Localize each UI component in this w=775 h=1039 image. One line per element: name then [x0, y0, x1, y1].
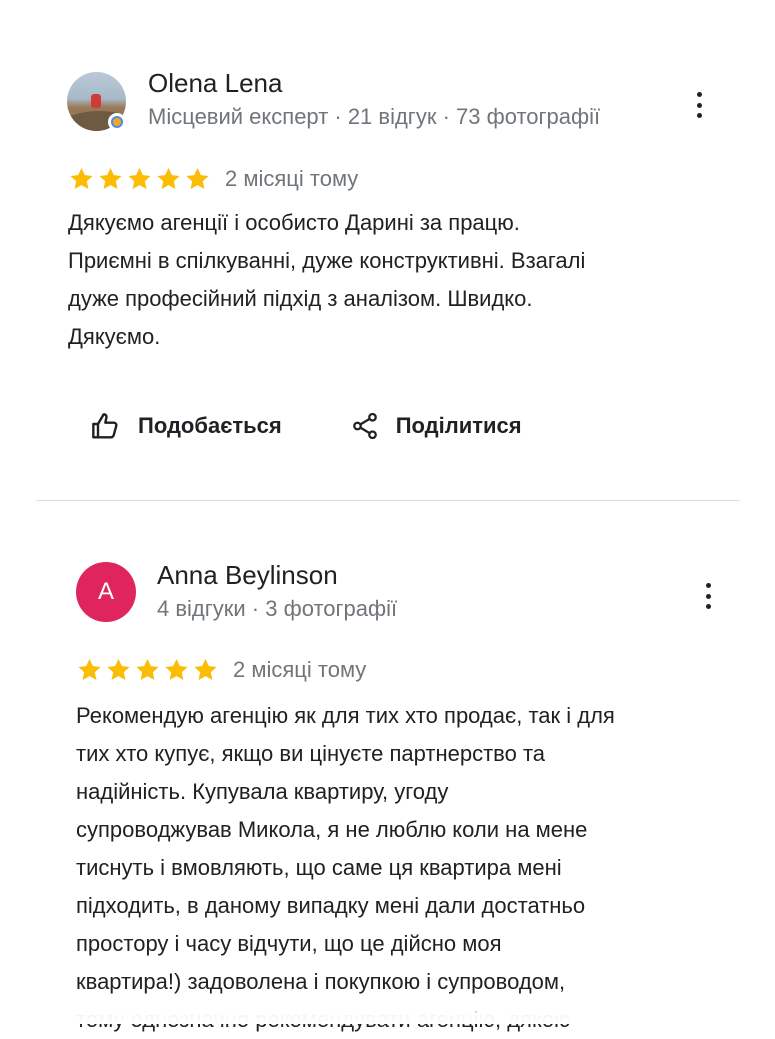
author-meta: 4 відгуки · 3 фотографії [157, 596, 398, 621]
star-icon [128, 167, 151, 189]
divider [36, 500, 740, 501]
star-icon [136, 658, 159, 680]
review-date: 2 місяці тому [225, 166, 359, 191]
star-icon [78, 658, 101, 680]
author-name[interactable]: Anna Beylinson [157, 560, 338, 591]
like-button[interactable]: Подобається [90, 410, 282, 442]
review-date: 2 місяці тому [233, 657, 367, 682]
author-name[interactable]: Olena Lena [148, 68, 282, 99]
rating-row: 2 місяці тому [68, 166, 358, 192]
review-text-line: дуже професійний підхід з аналізом. Швид… [68, 286, 533, 311]
star-icon [165, 658, 188, 680]
review-text-line: тиснуть і вмовляють, що саме ця квартира… [76, 855, 562, 880]
star-rating [76, 657, 219, 683]
star-rating [68, 166, 211, 192]
review-text-line: підходить, в даному випадку мені дали до… [76, 893, 586, 918]
more-vert-icon[interactable] [701, 583, 715, 609]
star-icon [194, 658, 217, 680]
like-label: Подобається [138, 413, 282, 438]
review-text-line: надійність. Купувала квартиру, угоду [76, 779, 449, 804]
star-icon [107, 658, 130, 680]
thumb-up-icon [92, 413, 118, 439]
author-avatar[interactable] [67, 72, 126, 131]
review-text-line: Дякуємо агенції і особисто Дарині за пра… [68, 210, 520, 235]
review-text: Дякуємо агенції і особисто Дарині за пра… [68, 204, 585, 356]
review-actions: Подобається Поділитися [90, 410, 522, 442]
share-button[interactable]: Поділитися [350, 410, 522, 442]
author-meta: Місцевий експерт · 21 відгук · 73 фотогр… [148, 104, 601, 129]
review-text-line: супроводжував Микола, я не люблю коли на… [76, 817, 588, 842]
star-icon [70, 167, 93, 189]
more-vert-icon[interactable] [692, 92, 706, 118]
share-icon [352, 412, 377, 440]
share-label: Поділитися [395, 413, 522, 438]
bottom-fade [0, 995, 775, 1024]
star-icon [99, 167, 122, 189]
review-text-line: тих хто купує, якщо ви цінуєте партнерст… [76, 741, 546, 766]
review-text-line: Дякуємо. [68, 324, 161, 349]
review-text: Рекомендую агенцію як для тих хто продає… [76, 697, 722, 1039]
avatar-letter: A [97, 578, 114, 605]
star-icon [186, 167, 209, 189]
rating-row: 2 місяці тому [76, 657, 366, 683]
star-icon [157, 167, 180, 189]
review-text-line: простору і часу відчути, що це дійсно мо… [76, 931, 502, 956]
review-text-line: Рекомендую агенцію як для тих хто продає… [76, 703, 615, 728]
author-avatar[interactable]: A [76, 562, 136, 622]
review-text-line: Приємні в спілкуванні, дуже конструктивн… [68, 248, 586, 273]
local-guide-badge-icon [108, 113, 126, 131]
